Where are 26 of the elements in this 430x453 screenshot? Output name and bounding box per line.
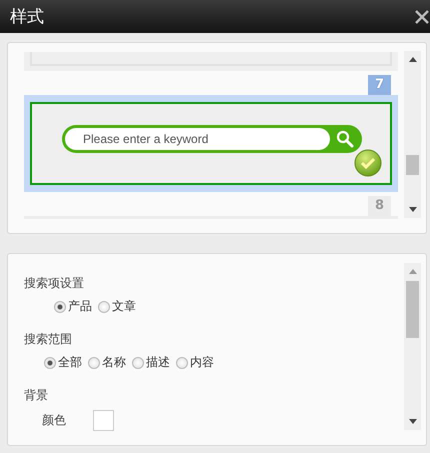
search-field[interactable]: Please enter a keyword — [65, 128, 330, 150]
scroll-down-icon[interactable] — [408, 419, 416, 424]
radio-option[interactable]: 产品 — [54, 298, 92, 315]
radio-option[interactable]: 文章 — [98, 298, 136, 315]
scroll-thumb[interactable] — [406, 155, 419, 175]
close-icon[interactable] — [415, 10, 429, 24]
radio-option[interactable]: 内容 — [176, 354, 214, 371]
scroll-up-icon[interactable] — [408, 57, 416, 62]
scrollbar[interactable] — [404, 51, 421, 218]
color-swatch[interactable] — [93, 410, 114, 431]
section-heading: 搜索项设置 — [24, 275, 85, 292]
field-label: 颜色 — [42, 412, 66, 429]
checkmark-icon — [354, 149, 382, 177]
block-number: 8 — [368, 196, 391, 216]
radio-option[interactable]: 描述 — [132, 354, 170, 371]
block-number: 7 — [368, 75, 391, 95]
window-title: 样式 — [10, 6, 44, 28]
section-heading: 搜索范围 — [24, 331, 73, 348]
radio-option[interactable]: 全部 — [44, 354, 82, 371]
scrollbar[interactable] — [404, 263, 421, 430]
radio-option[interactable]: 名称 — [88, 354, 126, 371]
search-icon — [336, 130, 354, 148]
section-heading: 背景 — [24, 387, 49, 404]
selected-block[interactable]: Please enter a keyword — [24, 95, 398, 192]
scroll-down-icon[interactable] — [408, 207, 416, 212]
scroll-thumb[interactable] — [406, 281, 419, 338]
